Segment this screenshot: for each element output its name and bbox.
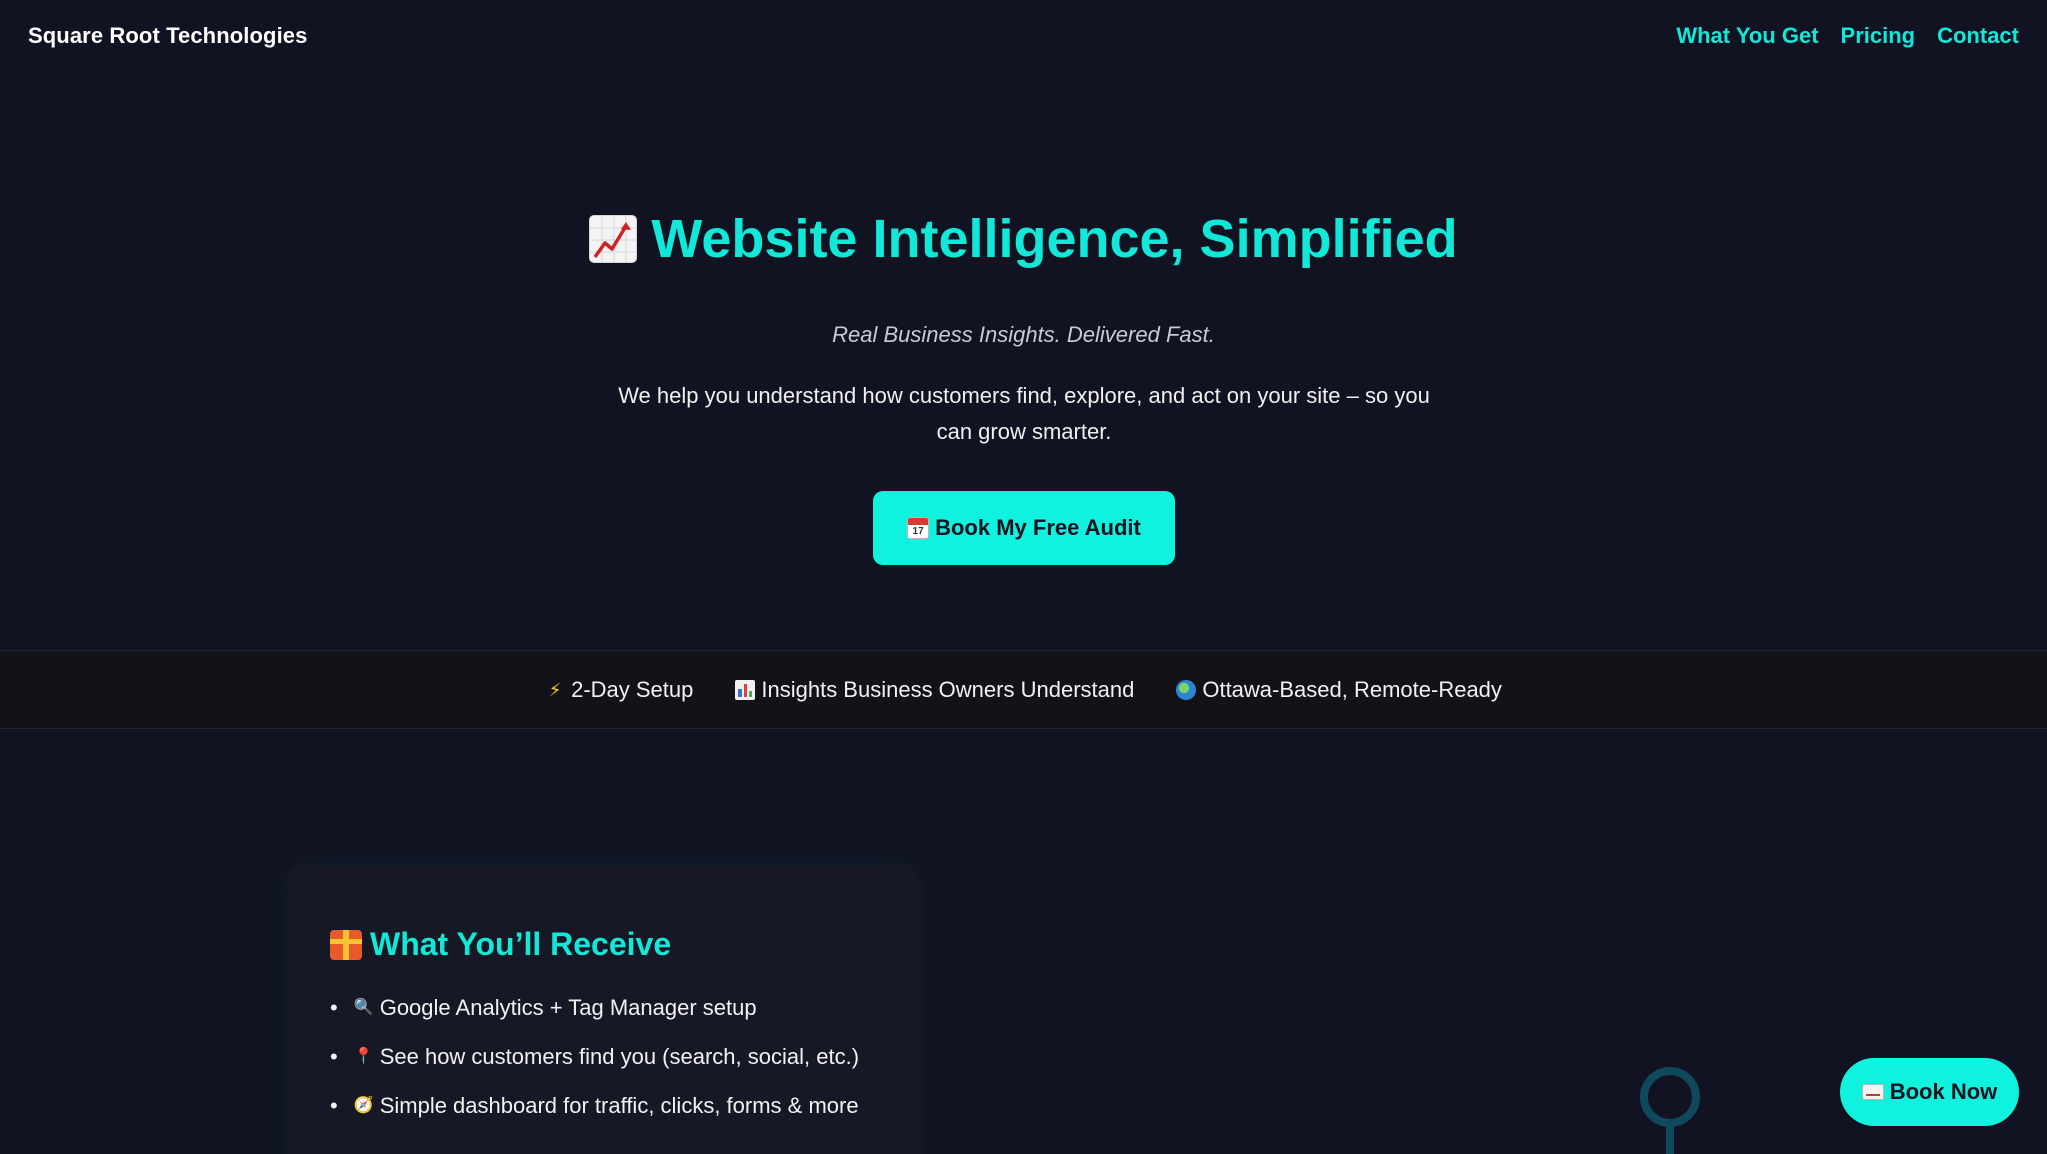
list-item: 📍 See how customers find you (search, so…	[330, 1032, 876, 1081]
features-strip: ⚡ 2-Day Setup Insights Business Owners U…	[0, 650, 2047, 729]
book-free-audit-button[interactable]: 17 Book My Free Audit	[873, 491, 1175, 565]
hero-section: Website Intelligence, Simplified Real Bu…	[0, 72, 2047, 650]
site-header: Square Root Technologies What You Get Pr…	[0, 0, 2047, 72]
nav-link-pricing[interactable]: Pricing	[1841, 23, 1916, 49]
book-now-floating-button[interactable]: Book Now	[1840, 1058, 2019, 1126]
list-item: 🧭 Simple dashboard for traffic, clicks, …	[330, 1081, 876, 1130]
receive-title-text: What You’ll Receive	[370, 926, 672, 962]
feature-item-location: Ottawa-Based, Remote-Ready	[1176, 677, 1502, 703]
feature-item-insights: Insights Business Owners Understand	[735, 677, 1134, 703]
nav-link-what-you-get[interactable]: What You Get	[1676, 23, 1818, 49]
brand-logo[interactable]: Square Root Technologies	[28, 23, 307, 49]
receive-title: What You’ll Receive	[330, 926, 876, 963]
nav-link-contact[interactable]: Contact	[1937, 23, 2019, 49]
bar-chart-icon	[735, 679, 756, 700]
feature-item-setup: ⚡ 2-Day Setup	[545, 676, 694, 703]
page: Square Root Technologies What You Get Pr…	[0, 0, 2047, 1154]
magnifier-icon: 🔍	[353, 998, 374, 1016]
decorative-ring	[1640, 1067, 1700, 1127]
feature-label: Insights Business Owners Understand	[761, 676, 1135, 702]
list-item: 🔍 Google Analytics + Tag Manager setup	[330, 983, 876, 1032]
feature-label: Ottawa-Based, Remote-Ready	[1202, 676, 1502, 702]
book-free-audit-label: Book My Free Audit	[935, 515, 1141, 540]
gift-icon	[330, 929, 362, 960]
receive-list: 🔍 Google Analytics + Tag Manager setup 📍…	[330, 983, 876, 1130]
list-item-label: See how customers find you (search, soci…	[379, 1044, 860, 1069]
main-nav: What You Get Pricing Contact	[1676, 23, 2019, 49]
hero-description: We help you understand how customers fin…	[618, 383, 1430, 444]
calendar-icon-day: 17	[912, 526, 924, 537]
pin-icon: 📍	[353, 1047, 374, 1065]
decorative-ring-stem	[1666, 1123, 1674, 1154]
calendar-icon: 17	[907, 517, 930, 539]
lightning-icon: ⚡	[548, 679, 562, 700]
hero-title-text: Website Intelligence, Simplified	[651, 209, 1458, 269]
receive-card: What You’ll Receive 🔍 Google Analytics +…	[288, 866, 918, 1154]
hero-title: Website Intelligence, Simplified	[0, 208, 2047, 270]
compass-icon: 🧭	[353, 1096, 374, 1114]
what-you-get-section: What You’ll Receive 🔍 Google Analytics +…	[0, 729, 2047, 1154]
chart-increasing-icon	[589, 215, 638, 263]
list-item-label: Google Analytics + Tag Manager setup	[379, 995, 757, 1020]
list-item-label: Simple dashboard for traffic, clicks, fo…	[379, 1093, 859, 1118]
globe-icon	[1176, 679, 1197, 700]
book-now-label: Book Now	[1889, 1079, 1998, 1104]
feature-label: 2-Day Setup	[571, 676, 694, 702]
envelope-icon	[1861, 1084, 1884, 1100]
hero-tagline: Real Business Insights. Delivered Fast.	[832, 322, 1215, 347]
